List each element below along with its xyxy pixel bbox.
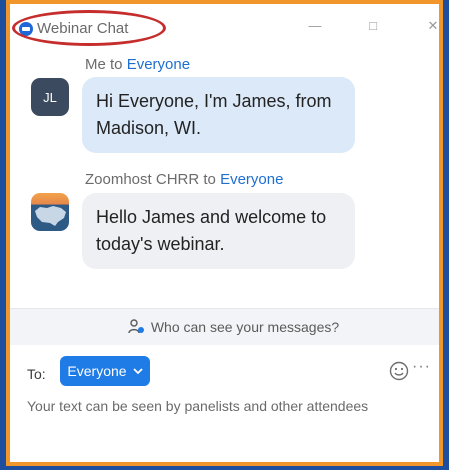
- message-sender-line: Me to Everyone: [85, 56, 190, 73]
- message-bubble[interactable]: Hi Everyone, I'm James, from Madison, WI…: [82, 77, 355, 153]
- message-text: Hi Everyone, I'm James, from Madison, WI…: [96, 91, 332, 138]
- recipient-link[interactable]: Everyone: [220, 171, 283, 188]
- to-word: to: [110, 56, 123, 73]
- more-options-button[interactable]: ···: [412, 358, 431, 376]
- privacy-notice[interactable]: Who can see your messages?: [10, 308, 439, 346]
- avatar[interactable]: [31, 193, 69, 231]
- message-input-placeholder: Your text can be seen by panelists and o…: [27, 398, 369, 414]
- chat-messages[interactable]: Me to Everyone JL Hi Everyone, I'm James…: [10, 50, 439, 308]
- emoji-icon[interactable]: [389, 361, 409, 381]
- close-button[interactable]: ✕: [425, 18, 439, 34]
- map-logo-icon: [35, 206, 66, 226]
- highlight-oval-annotation: [12, 10, 166, 46]
- maximize-button[interactable]: □: [365, 18, 381, 33]
- avatar[interactable]: JL: [31, 78, 69, 116]
- message-bubble[interactable]: Hello James and welcome to today's webin…: [82, 193, 355, 269]
- privacy-label: Who can see your messages?: [150, 319, 340, 335]
- to-label: To:: [27, 366, 46, 382]
- message-input[interactable]: Your text can be seen by panelists and o…: [27, 398, 368, 414]
- compose-area: To: Everyone ··· Your text can be seen b…: [10, 345, 439, 462]
- people-privacy-icon: [128, 319, 144, 334]
- sender-name: Zoomhost CHRR: [85, 171, 200, 188]
- recipient-link[interactable]: Everyone: [127, 56, 190, 73]
- message-text: Hello James and welcome to today's webin…: [96, 207, 327, 254]
- webinar-chat-window: Webinar Chat — □ ✕ Me to Everyone JL Hi …: [6, 0, 443, 466]
- message-sender-line: Zoomhost CHRR to Everyone: [85, 171, 283, 188]
- chevron-down-icon: [132, 367, 143, 374]
- avatar-initials: JL: [43, 89, 57, 105]
- recipient-button-label: Everyone: [67, 363, 127, 379]
- sender-name: Me: [85, 56, 106, 73]
- title-bar[interactable]: Webinar Chat — □ ✕: [10, 4, 439, 50]
- to-word: to: [203, 171, 216, 188]
- recipient-dropdown-button[interactable]: Everyone: [60, 356, 150, 386]
- minimize-button[interactable]: —: [307, 18, 323, 33]
